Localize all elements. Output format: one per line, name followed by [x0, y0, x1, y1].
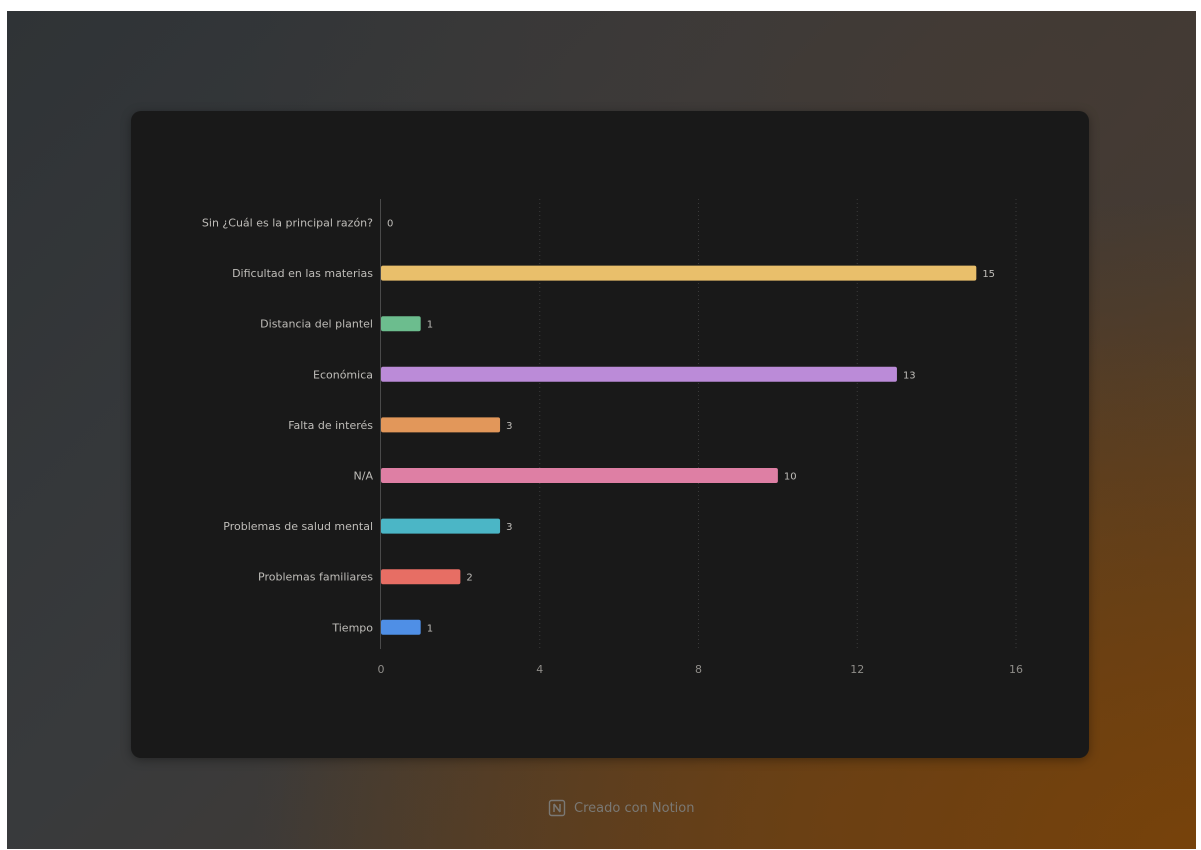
category-label: Dificultad en las materias	[232, 267, 373, 280]
category-label: Problemas familiares	[258, 571, 373, 584]
bar	[381, 316, 421, 332]
value-label: 3	[506, 522, 512, 533]
footer-text: Creado con Notion	[574, 800, 695, 816]
chart-card: 0 4 8 12 16 Sin ¿Cuál es la principal razón? 0…	[131, 111, 1089, 758]
x-tick-label: 8	[695, 663, 702, 676]
value-label: 1	[427, 623, 433, 634]
x-tick-label: 0	[378, 663, 385, 676]
bar	[381, 265, 977, 281]
x-tick-label: 16	[1009, 663, 1023, 676]
value-label: 13	[903, 370, 916, 381]
category-label: N/A	[354, 470, 374, 483]
bar	[381, 468, 778, 483]
notion-footer-link[interactable]: Creado con Notion	[548, 797, 695, 819]
value-label: 1	[427, 320, 433, 331]
category-label: Distancia del plantel	[260, 318, 373, 331]
x-tick-label: 12	[850, 663, 864, 676]
value-label: 0	[387, 219, 393, 230]
category-label: Problemas de salud mental	[223, 520, 373, 533]
value-label: 2	[466, 573, 472, 584]
x-tick-label: 4	[536, 663, 543, 676]
value-label: 15	[982, 269, 995, 280]
bar	[381, 518, 501, 534]
value-label: 3	[506, 421, 512, 432]
category-label: Falta de interés	[288, 419, 373, 432]
bar	[381, 619, 421, 635]
bar	[381, 569, 461, 585]
bar	[381, 417, 501, 433]
notion-logo-icon	[548, 799, 566, 817]
bar-chart: 0 4 8 12 16Sin ¿Cuál es la principal razón? 0…	[202, 199, 1023, 676]
category-label: Sin ¿Cuál es la principal razón?	[202, 217, 373, 230]
value-label: 10	[784, 472, 797, 483]
category-label: Tiempo	[331, 621, 373, 634]
bar	[381, 366, 897, 382]
category-label: Económica	[313, 368, 373, 381]
